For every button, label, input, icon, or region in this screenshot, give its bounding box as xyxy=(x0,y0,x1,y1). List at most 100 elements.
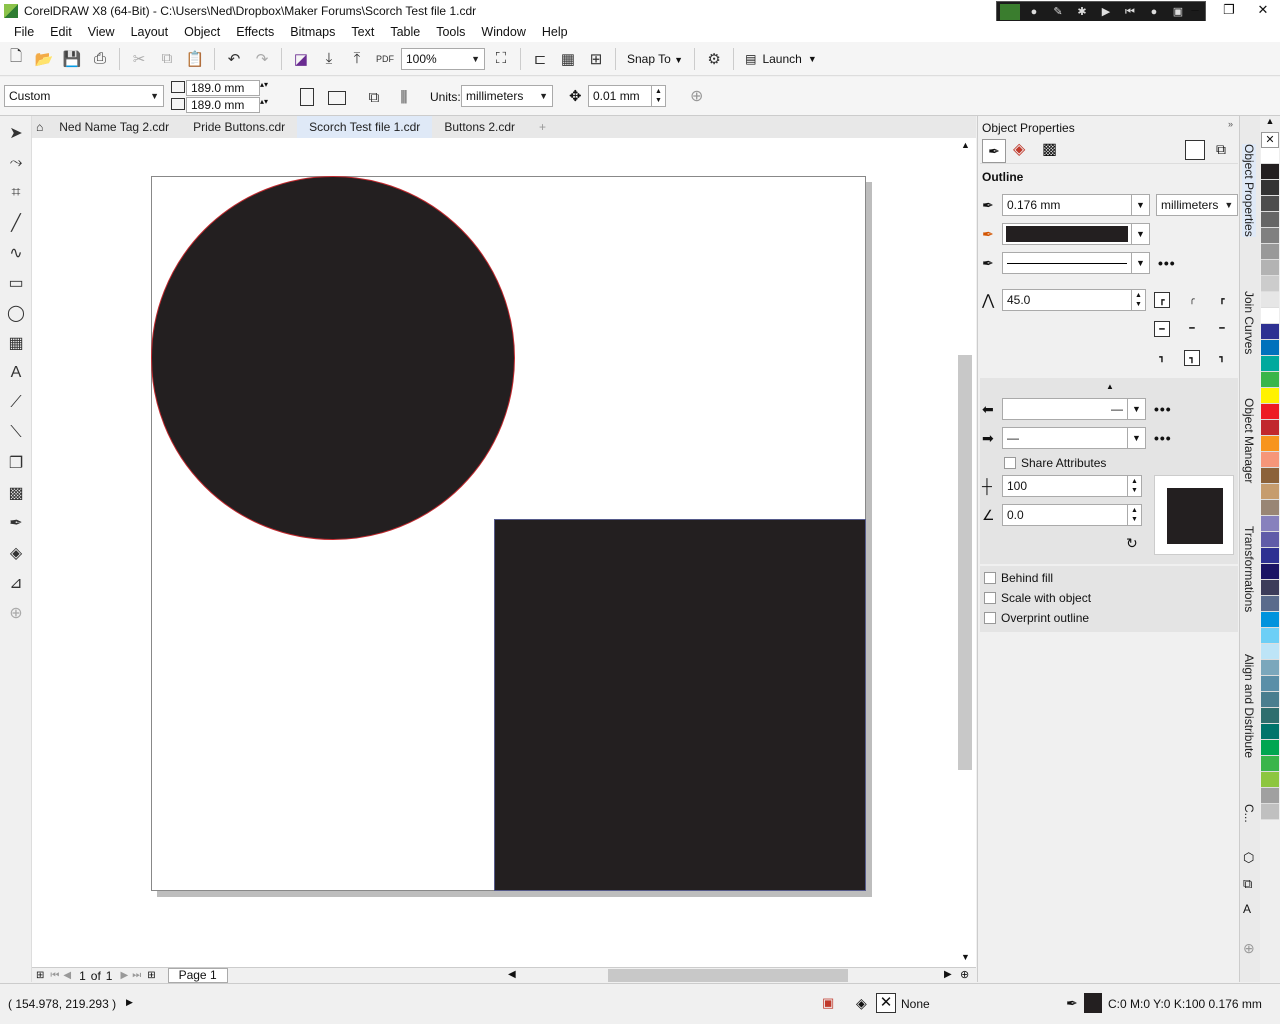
all-pages-icon[interactable]: ⧉ xyxy=(362,85,386,109)
chevron-down-icon[interactable]: ▼ xyxy=(1132,194,1150,216)
tray-pen-icon[interactable]: ✎ xyxy=(1048,4,1068,20)
search-content-icon[interactable]: ◪ xyxy=(289,47,313,71)
share-attributes-checkbox[interactable] xyxy=(1004,457,1016,469)
eyedropper-icon[interactable]: ✒ xyxy=(0,508,32,538)
add-preset-icon[interactable]: ⊕ xyxy=(690,86,703,106)
spin-height-icon[interactable]: ▴▾ xyxy=(260,97,268,106)
palette-color-swatch[interactable] xyxy=(1261,324,1279,340)
style-settings-more-icon[interactable]: ••• xyxy=(1158,255,1176,271)
export-icon[interactable]: ⤒ xyxy=(345,47,369,71)
save-icon[interactable]: 💾 xyxy=(60,47,84,71)
copy-icon[interactable]: ⧉ xyxy=(155,47,179,71)
tray-record-icon[interactable]: ● xyxy=(1144,4,1164,20)
side-tab-c[interactable]: C... xyxy=(1242,804,1256,823)
page-height-field[interactable]: 189.0 mm xyxy=(186,97,260,113)
palette-color-swatch[interactable] xyxy=(1261,516,1279,532)
palette-color-swatch[interactable] xyxy=(1261,228,1279,244)
outline-style-picker[interactable] xyxy=(1002,252,1132,274)
add-page-after-icon[interactable]: ⊞ xyxy=(147,970,155,981)
connector-tool-icon[interactable]: ⟍ xyxy=(0,418,32,448)
add-tool-icon[interactable]: ⊕ xyxy=(0,598,32,628)
menu-layout[interactable]: Layout xyxy=(123,25,177,39)
layers-icon[interactable]: ⧉ xyxy=(1243,876,1252,892)
import-icon[interactable]: ⤓ xyxy=(317,47,341,71)
palette-color-swatch[interactable] xyxy=(1261,692,1279,708)
outside-position-icon[interactable]: ┓ xyxy=(1154,350,1170,366)
palette-color-swatch[interactable] xyxy=(1261,340,1279,356)
palette-color-swatch[interactable] xyxy=(1261,708,1279,724)
bevel-corner-icon[interactable]: ┏ xyxy=(1214,292,1230,308)
miter-corner-icon[interactable]: ┏ xyxy=(1154,292,1170,308)
scroll-left-icon[interactable]: ◀ xyxy=(508,969,516,980)
palette-color-swatch[interactable] xyxy=(1261,644,1279,660)
pick-tool-icon[interactable]: ➤ xyxy=(0,118,32,148)
menu-file[interactable]: File xyxy=(6,25,42,39)
vertical-scrollbar[interactable]: ▲ ▼ xyxy=(958,138,976,968)
nudge-spin-icon[interactable]: ▲ ▼ xyxy=(652,85,666,107)
palette-color-swatch[interactable] xyxy=(1261,564,1279,580)
publish-pdf-icon[interactable]: PDF xyxy=(373,47,397,71)
horizontal-scroll-thumb[interactable] xyxy=(608,969,848,982)
vertical-scroll-thumb[interactable] xyxy=(958,355,972,770)
page-preset-combo[interactable]: Custom ▼ xyxy=(4,85,164,107)
angle-spin-icon[interactable]: ▲ ▼ xyxy=(1128,504,1142,526)
text-tool-icon[interactable]: A xyxy=(0,358,32,388)
side-tab-object-properties[interactable]: Object Properties xyxy=(1242,144,1256,237)
palette-color-swatch[interactable] xyxy=(1261,452,1279,468)
crop-tool-icon[interactable]: ⌗ xyxy=(0,178,32,208)
outline-units-combo[interactable]: millimeters ▼ xyxy=(1156,194,1238,216)
status-expand-icon[interactable]: ▶ xyxy=(126,997,133,1008)
menu-edit[interactable]: Edit xyxy=(42,25,80,39)
side-tab-join-curves[interactable]: Join Curves xyxy=(1242,291,1256,354)
palette-color-swatch[interactable] xyxy=(1261,740,1279,756)
palette-color-swatch[interactable] xyxy=(1261,724,1279,740)
round-corner-icon[interactable]: ╭ xyxy=(1184,292,1200,308)
side-tab-align-distribute[interactable]: Align and Distribute xyxy=(1242,654,1256,758)
palette-color-swatch[interactable] xyxy=(1261,388,1279,404)
3d-view-icon[interactable]: ⬡ xyxy=(1243,850,1254,866)
chevron-down-icon[interactable]: ▼ xyxy=(1128,398,1146,420)
landscape-icon[interactable] xyxy=(328,91,346,105)
overprint-outline-checkbox[interactable] xyxy=(984,612,996,624)
menu-tools[interactable]: Tools xyxy=(428,25,473,39)
miter-limit-field[interactable]: 45.0 xyxy=(1002,289,1132,311)
outline-width-field[interactable]: 0.176 mm xyxy=(1002,194,1132,216)
end-arrowhead-picker[interactable]: — xyxy=(1002,427,1128,449)
transparency-icon[interactable]: ▩ xyxy=(0,478,32,508)
square-shape[interactable] xyxy=(494,519,866,891)
palette-color-swatch[interactable] xyxy=(1261,276,1279,292)
angle-field[interactable]: 0.0 xyxy=(1002,504,1128,526)
scroll-right-icon[interactable]: ▶ xyxy=(944,969,952,980)
graph-paper-icon[interactable]: ▦ xyxy=(0,328,32,358)
reset-calligraphy-icon[interactable]: ↻ xyxy=(1126,535,1138,552)
palette-color-swatch[interactable] xyxy=(1261,788,1279,804)
palette-color-swatch[interactable] xyxy=(1261,308,1279,324)
menu-help[interactable]: Help xyxy=(534,25,576,39)
palette-color-swatch[interactable] xyxy=(1261,756,1279,772)
rectangle-tool-icon[interactable]: ▭ xyxy=(0,268,32,298)
artistic-media-icon[interactable]: ∿ xyxy=(0,238,32,268)
palette-color-swatch[interactable] xyxy=(1261,660,1279,676)
palette-color-swatch[interactable] xyxy=(1261,548,1279,564)
freehand-tool-icon[interactable]: ╱ xyxy=(0,208,32,238)
palette-color-swatch[interactable] xyxy=(1261,500,1279,516)
first-page-icon[interactable]: ⏮ xyxy=(50,970,59,981)
menu-window[interactable]: Window xyxy=(473,25,533,39)
ellipse-tool-icon[interactable]: ◯ xyxy=(0,298,32,328)
spin-width-icon[interactable]: ▴▾ xyxy=(260,80,268,89)
palette-color-swatch[interactable] xyxy=(1261,484,1279,500)
scroll-down-icon[interactable]: ▼ xyxy=(961,952,970,962)
palette-color-swatch[interactable] xyxy=(1261,468,1279,484)
stretch-field[interactable]: 100 xyxy=(1002,475,1128,497)
palette-scroll-up-icon[interactable]: ▲ xyxy=(1260,116,1280,132)
show-rulers-icon[interactable]: ⊏ xyxy=(528,47,552,71)
show-grid-icon[interactable]: ▦ xyxy=(556,47,580,71)
menu-object[interactable]: Object xyxy=(176,25,228,39)
tab-scorch-test[interactable]: Scorch Test file 1.cdr xyxy=(297,116,433,138)
shape-tool-icon[interactable]: ⤳ xyxy=(0,148,32,178)
palette-color-swatch[interactable] xyxy=(1261,580,1279,596)
palette-color-swatch[interactable] xyxy=(1261,148,1279,164)
menu-view[interactable]: View xyxy=(80,25,123,39)
side-tab-transformations[interactable]: Transformations xyxy=(1242,526,1256,612)
add-docker-icon[interactable]: ⊕ xyxy=(1243,940,1255,957)
